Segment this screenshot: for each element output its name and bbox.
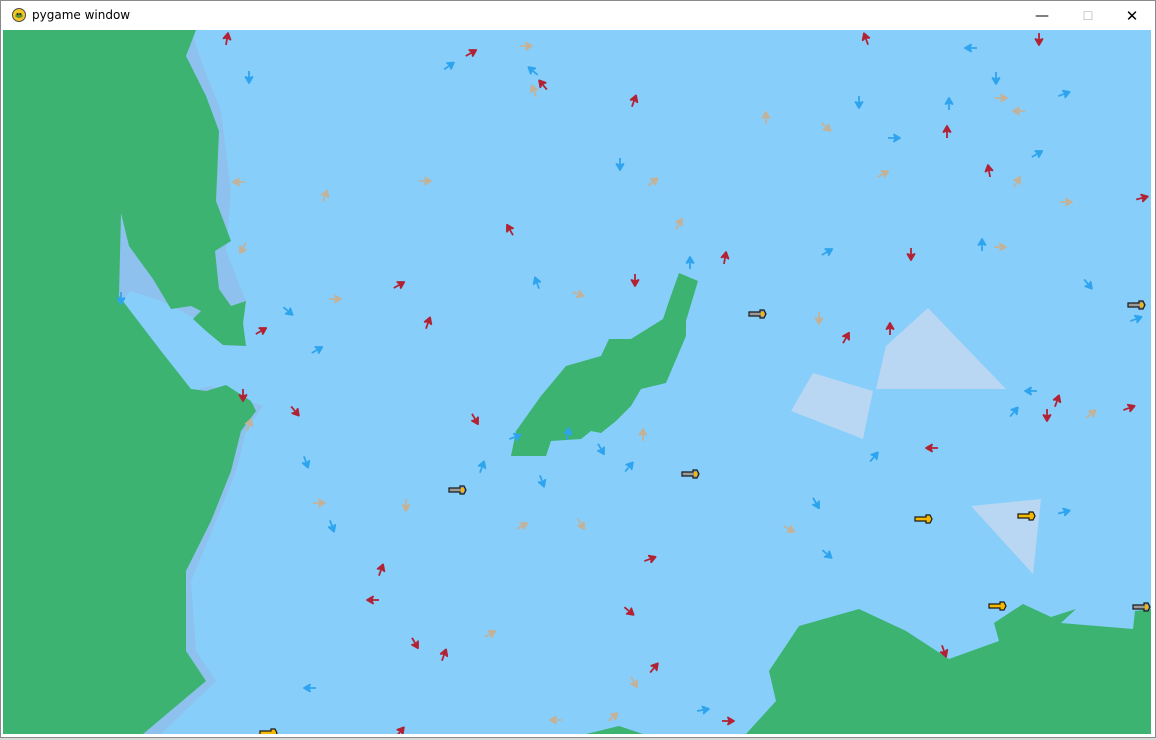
close-icon: ✕ xyxy=(1125,6,1139,25)
game-canvas[interactable] xyxy=(3,30,1151,734)
minimize-icon: — xyxy=(1035,7,1049,24)
window-title: pygame window xyxy=(32,8,131,22)
minimize-button[interactable]: — xyxy=(1019,1,1065,30)
pygame-window: pygame window — ☐ ✕ xyxy=(0,0,1156,738)
close-button[interactable]: ✕ xyxy=(1109,1,1155,30)
pygame-snake-icon xyxy=(12,8,26,22)
game-scene[interactable] xyxy=(3,30,1151,734)
title-bar[interactable]: pygame window — ☐ ✕ xyxy=(1,1,1155,30)
maximize-button[interactable]: ☐ xyxy=(1065,1,1111,30)
maximize-icon: ☐ xyxy=(1082,8,1094,23)
